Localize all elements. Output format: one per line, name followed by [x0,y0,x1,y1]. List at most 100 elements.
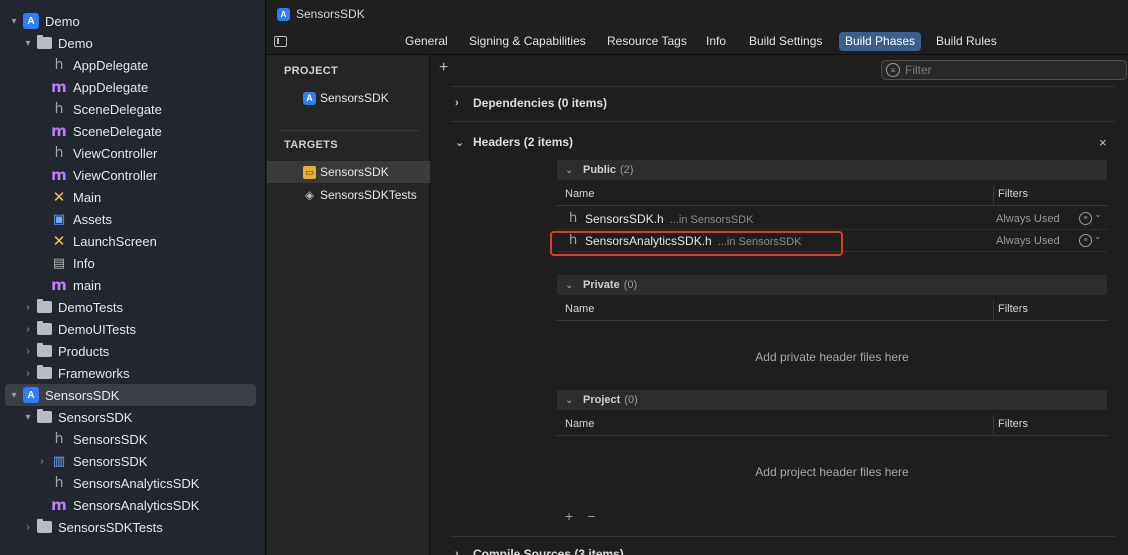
navigator-item[interactable]: h SceneDelegate [0,98,265,120]
project-item-label: SensorsSDK [320,91,389,105]
public-section-header[interactable]: ⌄ Public (2) [557,160,1107,180]
objc-file-icon: m [51,276,67,294]
navigator-item-label: Assets [73,211,113,227]
phase-headers-title: Headers (2 items) [473,135,574,149]
chevron-right-icon[interactable]: › [22,346,34,357]
public-label: Public [583,164,617,176]
navigator-item[interactable]: ▤ Info [0,252,265,274]
folder-icon [37,365,52,379]
navigator-item-label: ViewController [73,145,158,161]
navigator-item[interactable]: h ViewController [0,142,265,164]
navigator-item[interactable]: m main [0,274,265,296]
chevron-down-icon: ⌄ [455,136,465,149]
column-name[interactable]: Name [565,188,594,200]
navigator-item[interactable]: › ▥ SensorsSDK [0,450,265,472]
target-item-sensorssdk[interactable]: ▭ SensorsSDK [267,161,430,183]
project-icon: A [277,7,290,21]
chevron-right-icon[interactable]: › [22,522,34,533]
chevron-right-icon[interactable]: › [22,324,34,335]
column-filters[interactable]: Filters [998,303,1028,315]
navigator-item[interactable]: h SensorsAnalyticsSDK [0,472,265,494]
navigator-item[interactable]: › Products [0,340,265,362]
filter-placeholder: Filter [905,63,932,77]
add-header-button[interactable]: + [565,508,573,524]
phase-headers[interactable]: ⌄ Headers (2 items) [455,135,573,149]
navigator-item[interactable]: m ViewController [0,164,265,186]
navigator-item-label: SensorsSDK [45,387,120,403]
chevron-down-icon[interactable]: ▾ [8,16,20,27]
close-phase-icon[interactable]: × [1099,135,1107,150]
filter-field[interactable]: ≡ Filter [881,60,1127,80]
navigator-item-label: SensorsAnalyticsSDK [73,475,200,491]
column-name[interactable]: Name [565,418,594,430]
objc-file-icon: m [51,166,67,184]
navigator-item[interactable]: › DemoTests [0,296,265,318]
chevron-down-icon[interactable]: ▾ [22,38,34,49]
tab-build-rules[interactable]: Build Rules [930,32,1003,51]
tab-build-phases[interactable]: Build Phases [839,32,922,51]
platform-filter-icon[interactable]: ≡ [1079,231,1102,247]
target-item-label: SensorsSDK [320,165,389,179]
navigator-item[interactable]: ▣ Assets [0,208,265,230]
target-item-sensorssdktests[interactable]: ◈ SensorsSDKTests [267,184,430,206]
tab-resource-tags[interactable]: Resource Tags [601,32,693,51]
project-section-header[interactable]: ⌄ Project (0) [557,390,1107,410]
framework-icon: ▥ [52,453,66,468]
navigator-item[interactable]: › SensorsSDKTests [0,516,265,538]
plist-icon: ▤ [52,255,66,270]
navigator-item-label: Main [73,189,102,205]
tab-info[interactable]: Info [700,32,732,51]
table-row[interactable]: h SensorsSDK.h ...in SensorsSDK Always Us… [557,208,1107,230]
navigator-item[interactable]: ▾ Demo [0,32,265,54]
phase-dependencies-title: Dependencies (0 items) [473,96,608,110]
add-remove-controls: + − [565,508,609,524]
project-icon: A [23,13,39,29]
navigator-item[interactable]: h SensorsSDK [0,428,265,450]
chevron-right-icon[interactable]: › [22,368,34,379]
project-item[interactable]: A SensorsSDK [267,87,430,109]
phase-dependencies[interactable]: › Dependencies (0 items) [455,96,607,110]
public-count: (2) [620,164,634,176]
column-separator [993,185,994,204]
navigator-item[interactable]: ▾ A Demo [0,10,265,32]
platform-filter-icon[interactable]: ≡ [1079,209,1102,225]
toggle-sidebar-icon[interactable] [274,36,287,47]
chevron-down-icon[interactable]: ▾ [22,412,34,423]
navigator-item-label: SensorsSDKTests [58,519,163,535]
navigator-item[interactable]: › DemoUITests [0,318,265,340]
column-filters[interactable]: Filters [998,188,1028,200]
chevron-down-icon: ⌄ [565,279,574,291]
header-file-icon: h [54,145,64,161]
navigator-item-label: SensorsAnalyticsSDK [73,497,200,513]
private-empty-message: Add private header files here [755,350,909,364]
chevron-right-icon[interactable]: › [36,456,48,467]
navigator-item[interactable]: ✕ LaunchScreen [0,230,265,252]
navigator-item-label: SceneDelegate [73,101,162,117]
navigator-item[interactable]: ▾ A SensorsSDK [0,384,265,406]
private-section-header[interactable]: ⌄ Private (0) [557,275,1107,295]
navigator-item-label: DemoUITests [58,321,137,337]
chevron-down-icon[interactable]: ▾ [8,390,20,401]
column-header: Name Filters [557,298,1107,321]
folder-icon [37,299,52,313]
column-filters[interactable]: Filters [998,418,1028,430]
project-icon: A [303,91,316,105]
column-name[interactable]: Name [565,303,594,315]
chevron-right-icon[interactable]: › [22,302,34,313]
navigator-item[interactable]: m SensorsAnalyticsSDK [0,494,265,516]
file-name: SensorsSDK.h [585,211,664,226]
tab-signing-capabilities[interactable]: Signing & Capabilities [463,32,592,51]
navigator-item-label: Demo [45,13,80,29]
navigator-item[interactable]: h AppDelegate [0,54,265,76]
navigator-item[interactable]: ▾ SensorsSDK [0,406,265,428]
navigator-item[interactable]: m SceneDelegate [0,120,265,142]
header-file-icon: h [54,57,64,73]
tab-general[interactable]: General [399,32,454,51]
remove-header-button[interactable]: − [587,508,595,524]
navigator-item[interactable]: ✕ Main [0,186,265,208]
phase-compile-sources[interactable]: › Compile Sources (3 items) [455,547,624,555]
tab-build-settings[interactable]: Build Settings [743,32,828,51]
navigator-item[interactable]: m AppDelegate [0,76,265,98]
add-build-phase-button[interactable]: + [439,59,448,77]
navigator-item[interactable]: › Frameworks [0,362,265,384]
